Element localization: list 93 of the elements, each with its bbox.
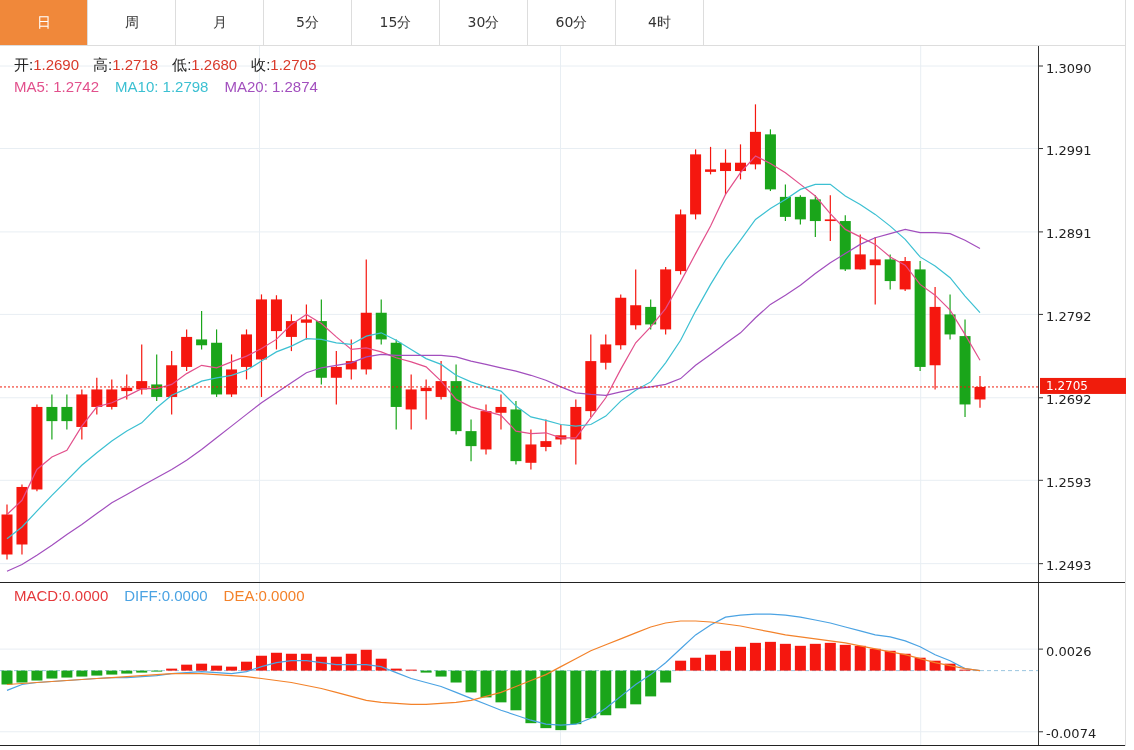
- candlestick: [61, 393, 73, 431]
- candlestick: [151, 353, 163, 402]
- candlestick: [375, 298, 387, 346]
- candlestick: [884, 253, 896, 290]
- candlestick: [839, 214, 851, 272]
- y-tick-label: 1.2792: [1046, 308, 1092, 324]
- candlestick: [809, 194, 821, 238]
- candlestick: [690, 148, 702, 220]
- candlestick: [435, 360, 447, 401]
- y-tick-label: 1.3090: [1046, 60, 1092, 76]
- candlestick: [285, 313, 297, 352]
- legend-label: DIFF: [124, 587, 158, 605]
- field-label: 收:: [251, 56, 271, 74]
- axis-tick: 1.2792: [1037, 308, 1092, 324]
- candlestick: [226, 353, 238, 398]
- candlestick: [46, 393, 58, 441]
- candlestick: [181, 328, 193, 372]
- axis-tick: 1.2692: [1037, 392, 1092, 408]
- legend-value: : 1.2874: [263, 78, 318, 96]
- candlestick: [495, 393, 507, 431]
- candlestick: [420, 378, 432, 421]
- candlestick: [480, 403, 492, 456]
- legend-value: :0.0000: [157, 587, 208, 605]
- y-tick-label: 1.2593: [1046, 474, 1092, 490]
- legend-value: : 1.2742: [44, 78, 100, 96]
- candlestick: [525, 428, 537, 471]
- candlestick: [660, 266, 672, 336]
- candlestick: [869, 236, 881, 305]
- candlestick: [779, 183, 791, 222]
- field-value: 1.2680: [191, 56, 238, 74]
- candlestick: [330, 350, 342, 406]
- candlestick: [749, 103, 761, 170]
- candlestick: [211, 328, 223, 398]
- candlestick: [166, 350, 178, 416]
- candlestick: [345, 338, 357, 381]
- candlestick: [600, 333, 612, 371]
- y-tick-label: 1.2493: [1046, 558, 1092, 574]
- candlestick: [76, 388, 88, 441]
- candlestick: [824, 194, 836, 242]
- legend-label: MA5: [14, 78, 45, 96]
- candlestick: [510, 400, 522, 466]
- candlestick: [540, 418, 552, 452]
- candlestick: [555, 423, 567, 446]
- legend-value: : 1.2798: [154, 78, 209, 96]
- axis-tick: 1.2991: [1037, 143, 1092, 159]
- candlestick: [300, 303, 312, 341]
- candlestick: [854, 233, 866, 270]
- legend-label: MACD: [14, 587, 59, 605]
- candlestick: [630, 268, 642, 331]
- field-label: 低:: [172, 56, 192, 74]
- axis-tick: 1.2493: [1037, 558, 1092, 574]
- candlestick: [136, 343, 148, 396]
- candlestick: [270, 294, 282, 351]
- y-tick-label: 1.2991: [1046, 143, 1092, 159]
- candlestick: [645, 298, 657, 331]
- candlestick: [720, 148, 731, 195]
- candlestick: [465, 418, 477, 462]
- axis-tick: -0.0074: [1037, 726, 1097, 742]
- price-tag: 1.2705: [1040, 377, 1126, 394]
- candlestick: [675, 208, 687, 275]
- candlestick: [944, 293, 956, 341]
- field-value: 1.2705: [270, 56, 317, 74]
- field-label: 高:: [93, 56, 113, 74]
- candlestick: [705, 146, 717, 175]
- field-label: 开:: [14, 56, 34, 74]
- field-value: 1.2718: [112, 56, 159, 74]
- field-value: 1.2690: [33, 56, 80, 74]
- candlestick: [121, 373, 133, 401]
- candlestick: [1, 503, 13, 561]
- candlestick: [735, 143, 746, 180]
- candlestick: [764, 128, 776, 192]
- ref-line-label: 1.2705: [1046, 379, 1088, 394]
- candlestick: [570, 398, 582, 466]
- axis-tick: 1.3090: [1037, 60, 1092, 76]
- candlestick: [899, 256, 911, 292]
- candlestick: [405, 373, 417, 431]
- axis-tick: 1.2891: [1037, 226, 1092, 242]
- candlestick: [974, 375, 986, 409]
- axis-tick: 0.0026: [1037, 643, 1092, 659]
- legend-value: :0.0000: [254, 587, 305, 605]
- candlestick: [241, 328, 252, 381]
- candlestick: [794, 194, 806, 225]
- y-tick-label: 1.2692: [1046, 392, 1092, 408]
- y-tick-label: 0.0026: [1046, 643, 1092, 659]
- legend-value: :0.0000: [58, 587, 109, 605]
- candlestick: [106, 378, 118, 411]
- y-tick-label: 1.2891: [1046, 226, 1092, 242]
- legend-label: DEA: [223, 587, 255, 605]
- candlestick: [615, 293, 627, 351]
- candlestick: [91, 377, 103, 416]
- legend-label: MA20: [224, 78, 264, 96]
- axis-tick: 1.2593: [1037, 474, 1092, 490]
- candlestick: [196, 310, 208, 351]
